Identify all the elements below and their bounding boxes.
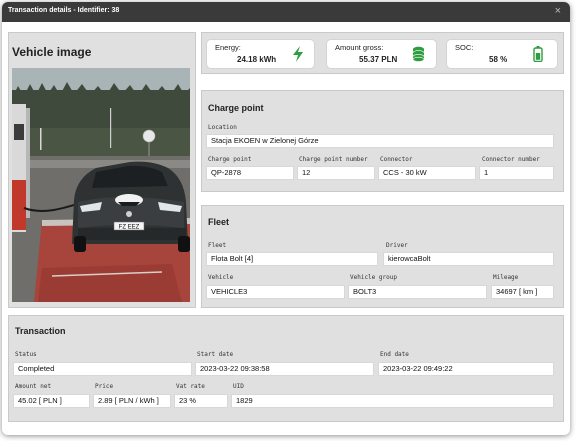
close-icon[interactable]: × [555, 5, 561, 17]
title-bar: Transaction details - Identifier: 38 × [2, 2, 570, 22]
price-label: Price [95, 383, 114, 390]
connector-field[interactable]: CCS - 30 kW [378, 166, 476, 180]
status-label: Status [15, 351, 37, 358]
vat-rate-field[interactable]: 23 % [174, 394, 228, 408]
amount-net-label: Amount net [15, 383, 52, 390]
connector-number-label: Connector number [482, 156, 540, 163]
vehicle-group-field[interactable]: BOLT3 [348, 285, 487, 299]
charge-point-number-label: Charge point number [299, 156, 368, 163]
coins-icon [412, 46, 425, 62]
energy-value: 24.18 kWh [237, 55, 277, 64]
window-title: Transaction details - Identifier: 38 [8, 7, 120, 14]
fleet-label: Fleet [208, 242, 227, 249]
start-date-label: Start date [197, 351, 234, 358]
location-field[interactable]: Stacja EKOEN w Zielonej Górze [206, 134, 554, 148]
transaction-title: Transaction [15, 326, 66, 336]
charge-point-label: Charge point [208, 156, 252, 163]
lightning-icon [293, 46, 303, 62]
connector-number-field[interactable]: 1 [479, 166, 554, 180]
amount-gross-value: 55.37 PLN [359, 55, 398, 64]
end-date-label: End date [380, 351, 409, 358]
start-date-field[interactable]: 2023-03-22 09:38:58 [195, 362, 374, 376]
vehicle-photo: FZ EEZ [12, 68, 190, 302]
license-plate-text: FZ EEZ [119, 225, 140, 231]
driver-field[interactable]: kierowcaBolt [383, 252, 554, 266]
charge-point-number-field[interactable]: 12 [297, 166, 375, 180]
amount-gross-label: Amount gross: [335, 43, 384, 52]
fleet-title: Fleet [208, 217, 230, 227]
amount-gross-stat: Amount gross: 55.37 PLN [326, 39, 437, 69]
uid-label: UID [233, 383, 244, 390]
vehicle-field[interactable]: VEHICLE3 [206, 285, 345, 299]
energy-label: Energy: [215, 43, 241, 52]
end-date-field[interactable]: 2023-03-22 09:49:22 [378, 362, 554, 376]
amount-net-field[interactable]: 45.02 [ PLN ] [13, 394, 90, 408]
status-field[interactable]: Completed [13, 362, 192, 376]
location-label: Location [208, 124, 237, 131]
soc-label: SOC: [455, 43, 474, 52]
soc-stat: SOC: 58 % [446, 39, 558, 69]
charge-point-field[interactable]: QP-2878 [206, 166, 294, 180]
charge-point-title: Charge point [208, 103, 264, 113]
energy-stat: Energy: 24.18 kWh [206, 39, 315, 69]
mileage-field[interactable]: 34697 [ km ] [491, 285, 554, 299]
battery-icon [533, 46, 543, 62]
vat-rate-label: Vat rate [176, 383, 205, 390]
vehicle-image-title: Vehicle image [12, 45, 92, 59]
price-field[interactable]: 2.89 [ PLN / kWh ] [93, 394, 171, 408]
driver-label: Driver [386, 242, 408, 249]
mileage-label: Mileage [493, 274, 519, 281]
soc-value: 58 % [489, 55, 508, 64]
fleet-field[interactable]: Flota Bolt [4] [206, 252, 378, 266]
connector-label: Connector [380, 156, 413, 163]
transaction-details-window: Transaction details - Identifier: 38 × V… [2, 2, 570, 435]
vehicle-group-label: Vehicle group [350, 274, 397, 281]
uid-field[interactable]: 1829 [231, 394, 554, 408]
vehicle-label: Vehicle [208, 274, 234, 281]
